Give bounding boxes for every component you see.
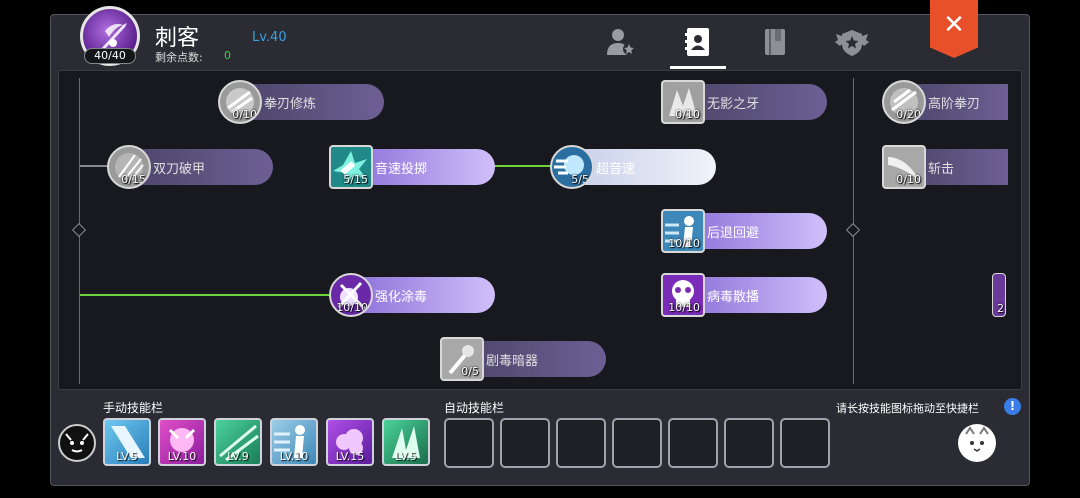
skill-backstep-evade[interactable]: 后退回避 10/10 <box>661 209 827 253</box>
slot-level: LV.9 <box>227 450 249 463</box>
manual-mode-face-icon[interactable] <box>58 424 96 462</box>
skill-fist-blade-training[interactable]: 拳刃修炼 0/10 <box>218 80 384 124</box>
supersonic-icon: 5/5 <box>550 145 594 189</box>
skill-count: 5/15 <box>343 173 368 186</box>
skill-label: 无影之牙 <box>707 97 760 112</box>
auto-mode-cat-icon[interactable] <box>958 424 996 462</box>
skill-dual-blade-break[interactable]: 双刀破甲 0/15 <box>107 145 273 189</box>
slot-level: LV.15 <box>335 450 365 463</box>
info-icon[interactable]: ! <box>1004 398 1021 415</box>
skill-slash[interactable]: 斩击 0/10 <box>882 145 1008 189</box>
connector-line <box>80 165 110 167</box>
skill-count: 10/10 <box>668 237 700 250</box>
skill-shadowless-fang[interactable]: 无影之牙 0/10 <box>661 80 827 124</box>
skill-count: 10/10 <box>336 301 368 314</box>
manual-slot-6[interactable]: LV.5 <box>382 418 430 466</box>
connector-line <box>80 294 332 296</box>
partial-skill-icon: 2 <box>992 273 1006 317</box>
winged-star-emblem-icon <box>835 30 869 56</box>
manual-bar-label: 手动技能栏 <box>103 401 164 415</box>
person-star-icon <box>607 29 635 55</box>
fang-icon: 0/10 <box>661 80 705 124</box>
contact-book-icon <box>685 28 709 56</box>
skill-label: 斩击 <box>928 162 955 177</box>
skill-partial[interactable]: 2 <box>992 273 1006 317</box>
backstep-icon: 10/10 <box>661 209 705 253</box>
auto-slot-3[interactable] <box>556 418 606 468</box>
slot-level: LV.10 <box>279 450 309 463</box>
skill-count: 5/5 <box>571 173 589 186</box>
close-icon: ✕ <box>943 10 965 40</box>
skill-count: 0/10 <box>232 108 257 121</box>
skull-virus-icon: 10/10 <box>661 273 705 317</box>
auto-slot-7[interactable] <box>780 418 830 468</box>
manual-slot-2[interactable]: LV.10 <box>158 418 206 466</box>
slash-icon: 0/10 <box>882 145 926 189</box>
points-label: 剩余点数: <box>155 51 203 64</box>
claw-slash-icon: 0/15 <box>107 145 151 189</box>
skill-supersonic[interactable]: 超音速 5/5 <box>550 145 716 189</box>
sonic-throw-icon: 5/15 <box>329 145 373 189</box>
slot-level: LV.10 <box>167 450 197 463</box>
connector-line <box>490 165 554 167</box>
manual-slot-5[interactable]: LV.15 <box>326 418 374 466</box>
points-value: 0 <box>224 49 231 62</box>
avatar-count: 40/40 <box>84 48 136 64</box>
tab-book[interactable] <box>757 24 793 60</box>
auto-bar-label: 自动技能栏 <box>444 401 505 415</box>
class-level: Lv.40 <box>252 30 287 45</box>
manual-slot-3[interactable]: LV.9 <box>214 418 262 466</box>
auto-slot-2[interactable] <box>500 418 550 468</box>
skill-count: 0/5 <box>461 365 479 378</box>
tab-skills[interactable] <box>680 24 716 60</box>
tab-character[interactable] <box>603 24 639 60</box>
slot-level: LV.5 <box>395 450 417 463</box>
skill-count: 0/15 <box>121 173 146 186</box>
skill-count: 0/10 <box>896 173 921 186</box>
close-button[interactable]: ✕ <box>930 0 978 58</box>
auto-slot-5[interactable] <box>668 418 718 468</box>
skill-label: 强化涂毒 <box>375 290 428 305</box>
skill-label: 超音速 <box>596 162 636 177</box>
skill-label: 高阶拳刃 <box>928 97 981 112</box>
auto-slot-1[interactable] <box>444 418 494 468</box>
slot-level: LV.5 <box>116 450 138 463</box>
manual-slot-1[interactable]: LV.5 <box>103 418 151 466</box>
poison-dagger-icon: 10/10 <box>329 273 373 317</box>
manual-slot-4[interactable]: LV.10 <box>270 418 318 466</box>
skill-label: 双刀破甲 <box>153 162 206 177</box>
skill-count: 0/20 <box>896 108 921 121</box>
skill-count: 0/10 <box>675 108 700 121</box>
skill-label: 剧毒暗器 <box>486 354 539 369</box>
skill-label: 后退回避 <box>707 226 760 241</box>
drag-hint: 请长按技能图标拖动至快捷栏 <box>836 402 979 415</box>
fist-blade-icon: 0/10 <box>218 80 262 124</box>
skill-advanced-fist-blade[interactable]: 高阶拳刃 0/20 <box>882 80 1008 124</box>
skill-count: 2 <box>997 302 1004 315</box>
tab-emblem[interactable] <box>834 24 870 60</box>
book-icon <box>765 29 785 55</box>
advanced-fist-blade-icon: 0/20 <box>882 80 926 124</box>
skill-enhanced-poison[interactable]: 强化涂毒 10/10 <box>329 273 495 317</box>
skill-label: 拳刃修炼 <box>264 97 317 112</box>
skill-label: 音速投掷 <box>375 162 428 177</box>
active-tab-indicator <box>670 66 726 69</box>
skill-sonic-throw[interactable]: 音速投掷 5/15 <box>329 145 495 189</box>
toxic-weapon-icon: 0/5 <box>440 337 484 381</box>
skill-virus-spread[interactable]: 病毒散播 10/10 <box>661 273 827 317</box>
auto-slot-4[interactable] <box>612 418 662 468</box>
skill-toxic-hidden-weapon[interactable]: 剧毒暗器 0/5 <box>440 337 606 381</box>
class-name: 刺客 <box>155 26 200 51</box>
skill-count: 10/10 <box>668 301 700 314</box>
skill-label: 病毒散播 <box>707 290 760 305</box>
auto-slot-6[interactable] <box>724 418 774 468</box>
